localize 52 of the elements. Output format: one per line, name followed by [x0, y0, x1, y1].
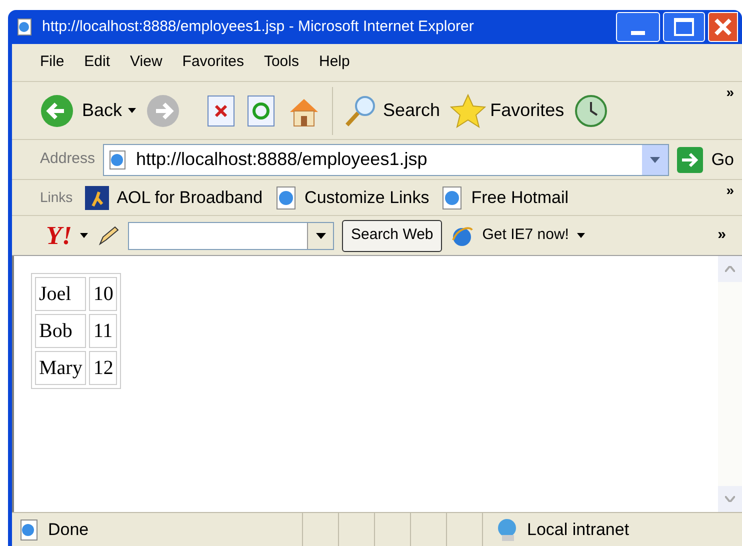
pencil-icon[interactable]: [96, 224, 120, 248]
star-icon: [450, 92, 486, 128]
table-cell: 12: [89, 351, 118, 385]
more-button[interactable]: »: [718, 224, 726, 247]
menu-item[interactable]: Favorites: [182, 51, 244, 74]
menu-item[interactable]: Edit: [84, 51, 110, 74]
maximize-button[interactable]: [663, 12, 705, 42]
link-button[interactable]: AOL for Broadband: [84, 184, 263, 210]
back-button[interactable]: Back: [40, 94, 122, 128]
yahoo-logo[interactable]: Y!: [46, 216, 72, 255]
stop-icon[interactable]: [206, 94, 236, 128]
page-icon: [18, 518, 40, 540]
address-label: Address: [40, 149, 96, 170]
table-cell: Mary: [35, 351, 86, 385]
minimize-button[interactable]: [616, 12, 660, 42]
link-button[interactable]: Customize Links: [274, 184, 430, 210]
page-icon: [16, 18, 34, 36]
address-field[interactable]: http://localhost:8888/employees1.jsp: [103, 144, 670, 176]
history-icon[interactable]: [574, 94, 608, 128]
globe-icon: [495, 518, 519, 542]
ie7-link[interactable]: Get IE7 now!: [482, 224, 569, 247]
table-cell: Bob: [35, 314, 86, 348]
table-cell: 10: [89, 277, 118, 311]
zone-text: Local intranet: [527, 518, 630, 541]
refresh-icon[interactable]: [246, 94, 276, 128]
caret-icon[interactable]: [576, 233, 585, 238]
search-button[interactable]: Search: [343, 92, 440, 128]
caret-icon[interactable]: [128, 108, 136, 113]
table-cell: 11: [89, 314, 118, 348]
runner-icon: [84, 186, 109, 210]
close-button[interactable]: [708, 12, 738, 42]
close-icon: [713, 17, 733, 37]
menu-item[interactable]: File: [40, 51, 64, 74]
go-button[interactable]: Go: [677, 146, 734, 172]
page-icon: [274, 186, 297, 210]
page-icon: [108, 150, 128, 170]
table-cell: Joel: [35, 277, 86, 311]
menu-item[interactable]: Help: [319, 51, 350, 74]
links-label: Links: [40, 188, 73, 207]
link-button[interactable]: Free Hotmail: [441, 184, 569, 210]
page-icon: [441, 186, 464, 210]
search-field[interactable]: [128, 222, 334, 250]
caret-icon[interactable]: [316, 232, 326, 238]
favorites-button[interactable]: Favorites: [450, 92, 564, 128]
caret-icon[interactable]: [80, 233, 88, 238]
menu-item[interactable]: Tools: [264, 51, 299, 74]
status-text: Done: [48, 518, 89, 541]
menu-item[interactable]: View: [130, 51, 162, 74]
window-title: http://localhost:8888/employees1.jsp - Microsoft Internet Explorer: [42, 16, 474, 37]
search-web-button[interactable]: Search Web: [342, 220, 442, 252]
more-button[interactable]: »: [726, 82, 734, 103]
more-button[interactable]: »: [726, 180, 734, 201]
